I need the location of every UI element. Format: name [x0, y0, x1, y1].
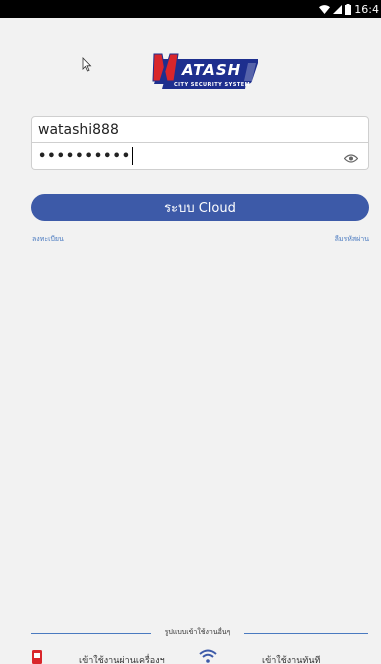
- divider-left: [31, 633, 151, 634]
- status-bar: 16:4: [0, 0, 381, 18]
- device-icon[interactable]: [31, 649, 43, 664]
- login-screen: 16:4 ATASH CITY SECURITY SYSTEM watashi8…: [0, 0, 381, 664]
- device-login-option[interactable]: เข้าใช้งานผ่านเครื่องฯ: [79, 653, 165, 664]
- username-field[interactable]: watashi888: [31, 116, 369, 143]
- divider-right: [244, 633, 368, 634]
- show-password-icon[interactable]: [343, 151, 359, 167]
- mouse-cursor-icon: [82, 57, 92, 76]
- register-link[interactable]: ลงทะเบียน: [32, 234, 64, 245]
- logo-subtitle: CITY SECURITY SYSTEM: [174, 82, 251, 88]
- wifi-icon: [319, 4, 331, 14]
- forgot-password-link[interactable]: ลืมรหัสผ่าน: [335, 234, 369, 245]
- logo-text: ATASH: [182, 61, 242, 79]
- app-logo: ATASH CITY SECURITY SYSTEM: [148, 51, 258, 95]
- battery-icon: [345, 3, 352, 15]
- password-field[interactable]: ••••••••••: [31, 143, 369, 170]
- username-value: watashi888: [38, 121, 119, 138]
- status-time: 16:4: [354, 2, 379, 16]
- instant-login-option[interactable]: เข้าใช้งานทันที: [262, 653, 320, 664]
- wifi-login-icon[interactable]: [199, 648, 217, 664]
- signal-icon: [333, 4, 343, 14]
- other-login-methods-label: รูปแบบเข้าใช้งานอื่นๆ: [164, 628, 231, 636]
- password-value: ••••••••••: [38, 148, 132, 164]
- text-caret: [132, 147, 134, 165]
- cloud-login-button[interactable]: ระบบ Cloud: [31, 194, 369, 221]
